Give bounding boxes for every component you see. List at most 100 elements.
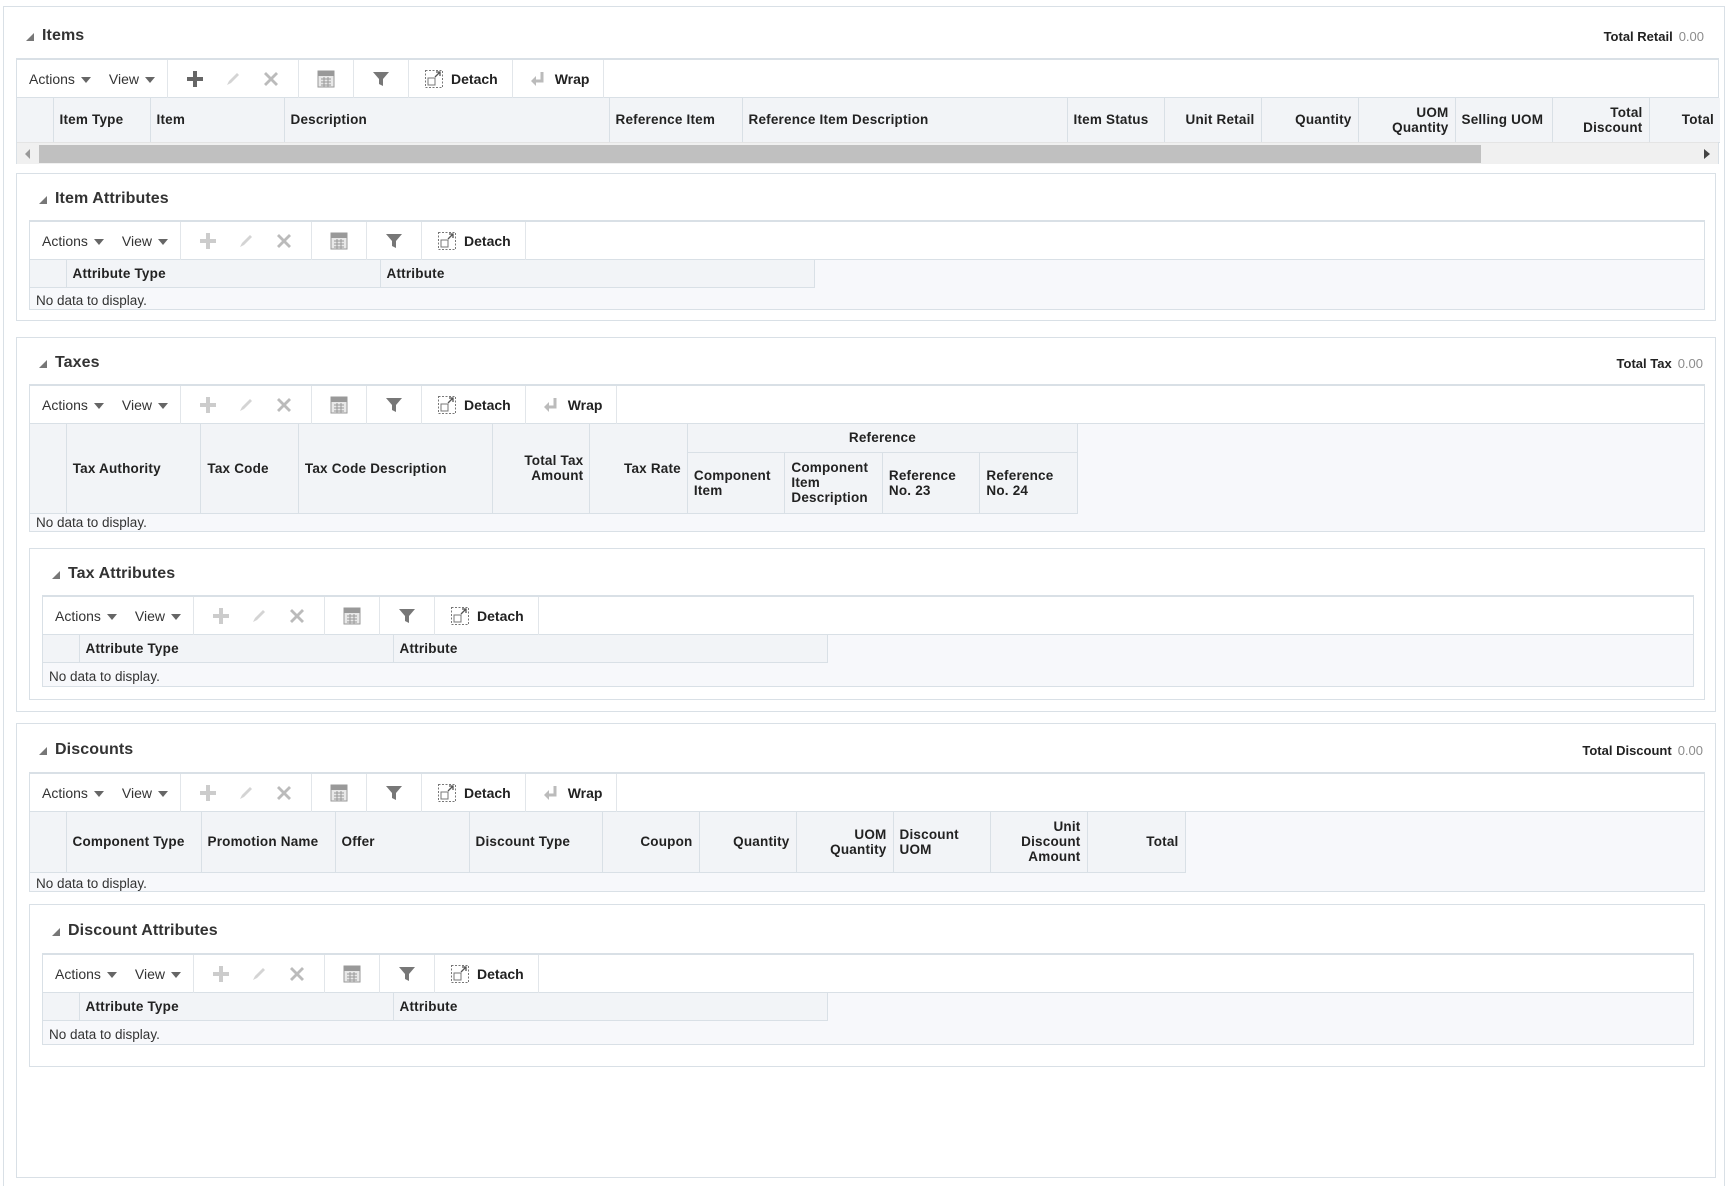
filter-icon[interactable] xyxy=(383,394,405,416)
column-header[interactable]: Reference No. 23 xyxy=(882,452,981,514)
delete-icon[interactable] xyxy=(273,782,295,804)
column-header[interactable]: Component Item xyxy=(687,452,786,514)
filter-icon[interactable] xyxy=(383,230,405,252)
column-header[interactable]: Quantity xyxy=(699,812,797,873)
scrollbar-thumb[interactable] xyxy=(39,145,1481,163)
export-excel-icon[interactable] xyxy=(341,963,363,985)
column-header[interactable]: Unit Retail xyxy=(1164,98,1262,143)
column-header[interactable]: Offer xyxy=(335,812,470,873)
column-header[interactable]: Total Tax Amount xyxy=(492,424,591,514)
view-menu[interactable]: View xyxy=(135,608,182,624)
detach-button[interactable]: Detach xyxy=(423,68,498,90)
disclosure-triangle-icon[interactable] xyxy=(39,747,47,755)
view-menu[interactable]: View xyxy=(122,233,169,249)
view-menu[interactable]: View xyxy=(109,71,156,87)
column-header[interactable]: Reference Item xyxy=(609,98,743,143)
export-excel-icon[interactable] xyxy=(328,394,350,416)
edit-icon[interactable] xyxy=(248,605,270,627)
edit-icon[interactable] xyxy=(235,782,257,804)
column-header[interactable]: Coupon xyxy=(602,812,700,873)
export-excel-icon[interactable] xyxy=(328,782,350,804)
add-icon[interactable] xyxy=(184,68,206,90)
wrap-label: Wrap xyxy=(554,71,590,87)
column-header[interactable]: Attribute Type xyxy=(79,635,394,663)
scroll-right-icon[interactable] xyxy=(1704,149,1710,159)
filter-icon[interactable] xyxy=(370,68,392,90)
edit-icon[interactable] xyxy=(235,394,257,416)
column-header[interactable]: Discount UOM xyxy=(893,812,991,873)
column-header[interactable]: Item xyxy=(150,98,285,143)
detach-button[interactable]: Detach xyxy=(449,605,524,627)
actions-menu[interactable]: Actions xyxy=(42,397,104,413)
column-header[interactable]: Component Item Description xyxy=(784,452,883,514)
column-header[interactable]: Quantity xyxy=(1261,98,1359,143)
column-header[interactable]: Component Type xyxy=(66,812,202,873)
edit-icon[interactable] xyxy=(235,230,257,252)
disclosure-triangle-icon[interactable] xyxy=(39,196,47,204)
detach-button[interactable]: Detach xyxy=(436,782,511,804)
detach-button[interactable]: Detach xyxy=(449,963,524,985)
column-header[interactable]: Attribute xyxy=(393,635,828,663)
delete-icon[interactable] xyxy=(286,605,308,627)
add-icon[interactable] xyxy=(210,963,232,985)
actions-menu[interactable]: Actions xyxy=(29,71,91,87)
disclosure-triangle-icon[interactable] xyxy=(52,571,60,579)
actions-menu[interactable]: Actions xyxy=(55,966,117,982)
add-icon[interactable] xyxy=(197,782,219,804)
scroll-left-icon[interactable] xyxy=(25,149,30,159)
view-menu[interactable]: View xyxy=(135,966,182,982)
wrap-button[interactable]: Wrap xyxy=(540,782,602,804)
column-header[interactable]: Tax Authority xyxy=(66,424,202,514)
column-header[interactable]: Attribute xyxy=(380,260,815,288)
view-menu[interactable]: View xyxy=(122,397,169,413)
horizontal-scrollbar[interactable] xyxy=(17,142,1718,164)
column-header[interactable]: Attribute xyxy=(393,993,828,1021)
wrap-button[interactable]: Wrap xyxy=(540,394,602,416)
column-header[interactable]: Reference No. 24 xyxy=(979,452,1078,514)
delete-icon[interactable] xyxy=(273,230,295,252)
disclosure-triangle-icon[interactable] xyxy=(39,360,47,368)
column-header[interactable]: Tax Code Description xyxy=(298,424,493,514)
wrap-icon xyxy=(540,394,562,416)
disclosure-triangle-icon[interactable] xyxy=(26,33,34,41)
view-menu[interactable]: View xyxy=(122,785,169,801)
add-icon[interactable] xyxy=(197,394,219,416)
export-excel-icon[interactable] xyxy=(341,605,363,627)
column-header[interactable]: Promotion Name xyxy=(201,812,336,873)
delete-icon[interactable] xyxy=(260,68,282,90)
column-header[interactable]: Selling UOM xyxy=(1455,98,1553,143)
delete-icon[interactable] xyxy=(286,963,308,985)
column-header[interactable]: Description xyxy=(284,98,610,143)
export-excel-icon[interactable] xyxy=(328,230,350,252)
add-icon[interactable] xyxy=(197,230,219,252)
filter-icon[interactable] xyxy=(396,605,418,627)
column-header[interactable]: UOM Quantity xyxy=(1358,98,1456,143)
column-header[interactable]: Unit Discount Amount xyxy=(990,812,1088,873)
column-header[interactable]: Discount Type xyxy=(469,812,603,873)
export-excel-icon[interactable] xyxy=(315,68,337,90)
column-header[interactable]: Total xyxy=(1087,812,1186,873)
filter-icon[interactable] xyxy=(383,782,405,804)
column-header[interactable]: Item Type xyxy=(53,98,151,143)
delete-icon[interactable] xyxy=(273,394,295,416)
add-icon[interactable] xyxy=(210,605,232,627)
column-header[interactable]: Total xyxy=(1649,98,1720,143)
column-header[interactable]: UOM Quantity xyxy=(796,812,894,873)
column-header[interactable]: Total Discount xyxy=(1552,98,1650,143)
edit-icon[interactable] xyxy=(248,963,270,985)
column-header[interactable]: Attribute Type xyxy=(79,993,394,1021)
wrap-button[interactable]: Wrap xyxy=(527,68,590,90)
edit-icon[interactable] xyxy=(222,68,244,90)
column-header[interactable]: Attribute Type xyxy=(66,260,381,288)
column-header[interactable]: Tax Rate xyxy=(589,424,688,514)
column-header[interactable]: Item Status xyxy=(1067,98,1165,143)
column-header[interactable]: Tax Code xyxy=(200,424,299,514)
actions-menu[interactable]: Actions xyxy=(42,785,104,801)
actions-menu[interactable]: Actions xyxy=(55,608,117,624)
disclosure-triangle-icon[interactable] xyxy=(52,928,60,936)
column-header[interactable]: Reference Item Description xyxy=(742,98,1068,143)
detach-button[interactable]: Detach xyxy=(436,230,511,252)
detach-button[interactable]: Detach xyxy=(436,394,511,416)
filter-icon[interactable] xyxy=(396,963,418,985)
actions-menu[interactable]: Actions xyxy=(42,233,104,249)
